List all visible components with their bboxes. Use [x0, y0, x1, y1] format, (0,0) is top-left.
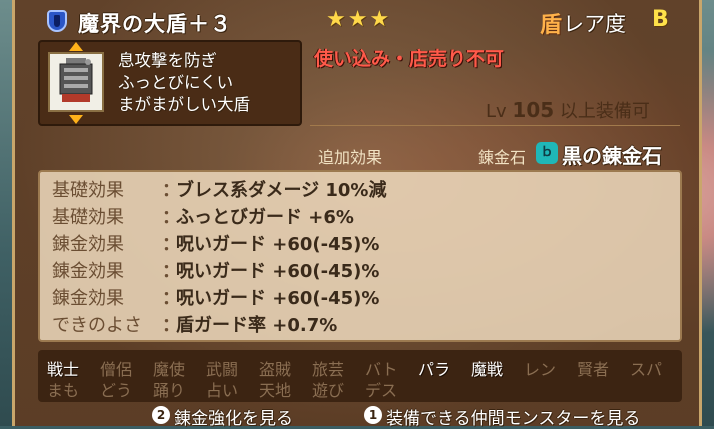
level-value: 105 — [512, 98, 555, 122]
level-suffix: 以上装備可 — [559, 101, 650, 122]
shield-category-icon — [47, 10, 67, 32]
effect-value: 呪いガード +60(-45)% — [176, 234, 380, 255]
rarity-label: レア度 — [563, 12, 626, 36]
rarity-value: B — [652, 7, 669, 32]
star-rating: ★★★ — [326, 7, 392, 32]
view-alchemy-enhancement-button[interactable]: 錬金強化を見る — [174, 404, 293, 429]
effect-value: ふっとびガード +6% — [176, 207, 354, 228]
effect-colon: ： — [162, 180, 180, 201]
effect-row: 錬金効果 ：呪いガード +60(-45)% — [52, 257, 379, 283]
alchemy-stone-label: 錬金石 — [478, 148, 527, 167]
effect-value: 盾ガード率 +0.7% — [176, 315, 338, 336]
description-line: まがまがしい大盾 — [118, 95, 250, 114]
job-どう: どう — [100, 381, 133, 400]
effect-label: 基礎効果 — [52, 180, 124, 201]
item-description: 息攻撃を防ぎ ふっとびにくい まがまがしい大盾 — [118, 50, 250, 116]
job-パラ: パラ — [418, 360, 451, 379]
effect-row: 基礎効果 ：ふっとびガード +6% — [52, 203, 354, 229]
level-prefix: Lv — [486, 101, 507, 122]
effect-colon: ： — [162, 261, 180, 282]
trade-restriction-warning: 使い込み・店売り不可 — [314, 48, 505, 70]
description-line: 息攻撃を防ぎ — [118, 51, 217, 70]
effect-colon: ： — [162, 315, 180, 336]
effect-row: 基礎効果 ：ブレス系ダメージ 10%減 — [52, 176, 386, 202]
view-equippable-monsters-button[interactable]: 装備できる仲間モンスターを見る — [386, 404, 640, 429]
effect-colon: ： — [162, 234, 180, 255]
job-占い: 占い — [206, 381, 239, 400]
arrow-up-icon[interactable] — [69, 42, 83, 51]
job-まも: まも — [47, 381, 80, 400]
button-2-icon[interactable]: 2 — [152, 406, 170, 424]
effect-row: 錬金効果 ：呪いガード +60(-45)% — [52, 284, 379, 310]
job-魔戦: 魔戦 — [471, 360, 504, 379]
description-line: ふっとびにくい — [118, 73, 234, 92]
job-スパ: スパ — [630, 360, 663, 379]
effect-colon: ： — [162, 207, 180, 228]
level-requirement: Lv 105 以上装備可 — [486, 97, 650, 123]
effect-value: 呪いガード +60(-45)% — [176, 261, 380, 282]
additional-effects-header: 追加効果 — [318, 148, 383, 167]
job-天地: 天地 — [259, 381, 292, 400]
effect-label: 錬金効果 — [52, 288, 124, 309]
category-kanji: 盾 — [540, 13, 563, 38]
job-賢者: 賢者 — [577, 360, 610, 379]
effect-row: 錬金効果 ：呪いガード +60(-45)% — [52, 230, 379, 256]
effect-label: 錬金効果 — [52, 261, 124, 282]
effect-row: できのよさ ：盾ガード率 +0.7% — [52, 311, 337, 337]
effect-label: 錬金効果 — [52, 234, 124, 255]
effect-value: ブレス系ダメージ 10%減 — [176, 180, 387, 201]
armor-icon — [59, 58, 93, 102]
job-踊り: 踊り — [153, 381, 186, 400]
effect-label: 基礎効果 — [52, 207, 124, 228]
button-1-icon[interactable]: 1 — [364, 406, 382, 424]
effect-colon: ： — [162, 288, 180, 309]
job-レン: レン — [524, 360, 557, 379]
job-遊び: 遊び — [312, 381, 345, 400]
effect-label: できのよさ — [52, 315, 142, 336]
effect-value: 呪いガード +60(-45)% — [176, 288, 380, 309]
item-name: 魔界の大盾＋３ — [78, 12, 232, 36]
arrow-down-icon[interactable] — [69, 115, 83, 124]
alchemy-stone-name: 黒の錬金石 — [562, 144, 662, 168]
alchemy-stone-icon: ｂ — [536, 142, 558, 164]
job-デス: デス — [365, 381, 398, 400]
divider — [310, 125, 680, 126]
